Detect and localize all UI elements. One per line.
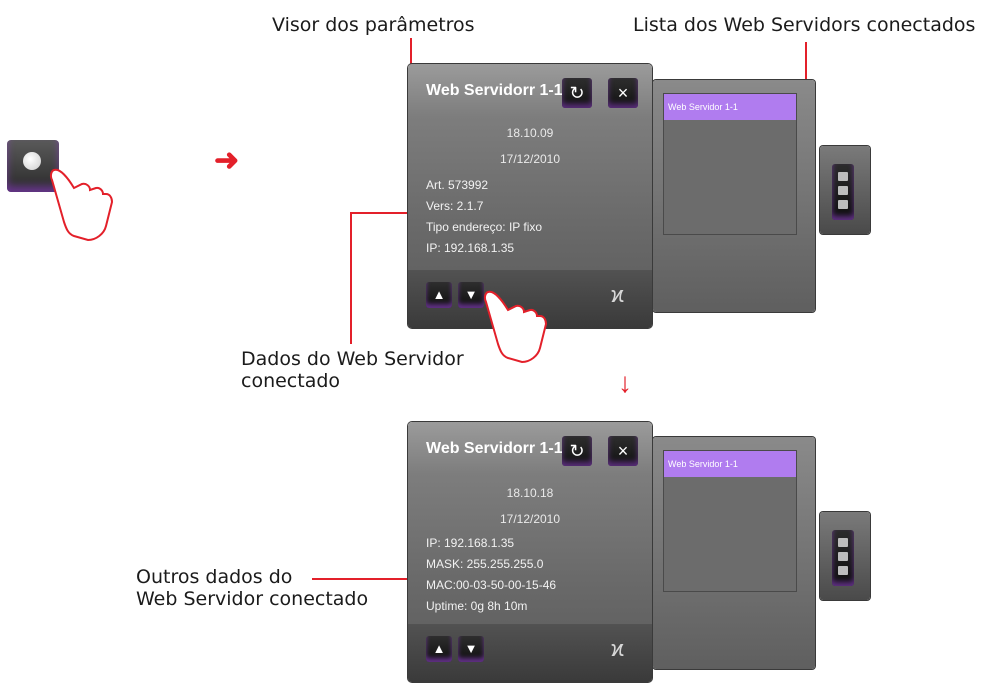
menu-dot-icon [838,186,848,195]
side-menu-panel [820,146,870,234]
connection-icon: ϰ [610,282,624,307]
scroll-up-button[interactable]: ▲ [426,282,452,308]
hand-pointer-icon [483,290,548,364]
nav-bar: ▲ ▼ ϰ [408,624,652,682]
refresh-button[interactable]: ↻ [562,436,592,466]
down-icon: ▼ [464,641,478,656]
up-icon: ▲ [432,641,446,656]
menu-button[interactable] [832,164,854,220]
annotation-server-data: Dados do Web Servidor conectado [241,348,464,392]
refresh-icon: ↻ [569,83,585,103]
hand-pointer-icon [49,168,114,242]
info-line: Uptime: 0g 8h 10m [426,599,528,613]
side-menu-panel [820,512,870,600]
close-button[interactable]: × [608,78,638,108]
annotation-param-viewer: Visor dos parâmetros [272,14,475,36]
info-line: MAC:00-03-50-00-15-46 [426,578,557,592]
annotation-other-data: Outros dados do Web Servidor conectado [136,566,369,610]
server-time: 18.10.18 [506,486,554,500]
info-line: MASK: 255.255.255.0 [426,557,544,571]
leader-line [312,578,410,580]
refresh-icon: ↻ [569,441,585,461]
annotation-server-list: Lista dos Web Servidors conectados [633,14,976,36]
server-date: 17/12/2010 [499,152,561,166]
menu-dot-icon [838,552,848,561]
right-arrow-icon: ➜ [214,144,240,177]
server-list: Web Servidor 1-1 [663,450,797,592]
down-icon: ▼ [464,287,478,302]
down-arrow-icon: ↓ [618,367,632,398]
scroll-down-button[interactable]: ▼ [458,636,484,662]
scroll-up-button[interactable]: ▲ [426,636,452,662]
server-time: 18.10.09 [506,126,554,140]
server-list-item[interactable]: Web Servidor 1-1 [664,94,796,120]
menu-dot-icon [838,538,848,547]
info-line: IP: 192.168.1.35 [426,536,515,550]
leader-line [350,212,410,214]
leader-line [350,212,352,344]
close-button[interactable]: × [608,436,638,466]
server-list-item[interactable]: Web Servidor 1-1 [664,451,796,477]
server-date: 17/12/2010 [499,512,561,526]
menu-dot-icon [838,172,848,181]
server-list-panel: Web Servidor 1-1 [653,80,815,312]
up-icon: ▲ [432,287,446,302]
info-line: Art. 573992 [426,178,489,192]
close-icon: × [617,441,629,461]
server-title: Web Servidorr 1-1 [426,82,563,99]
close-icon: × [617,83,629,103]
globe-icon [23,152,41,170]
refresh-button[interactable]: ↻ [562,78,592,108]
menu-button[interactable] [832,530,854,586]
menu-dot-icon [838,566,848,575]
info-line: IP: 192.168.1.35 [426,241,515,255]
info-line: Tipo endereço: IP fixo [426,220,543,234]
connection-icon: ϰ [610,636,624,661]
server-list: Web Servidor 1-1 [663,93,797,235]
server-title: Web Servidorr 1-1 [426,440,563,457]
server-list-panel: Web Servidor 1-1 [653,437,815,669]
info-line: Vers: 2.1.7 [426,199,484,213]
menu-dot-icon [838,200,848,209]
parameter-viewer-panel: Web Servidorr 1-1 ↻ × 18.10.18 17/12/201… [408,422,652,682]
